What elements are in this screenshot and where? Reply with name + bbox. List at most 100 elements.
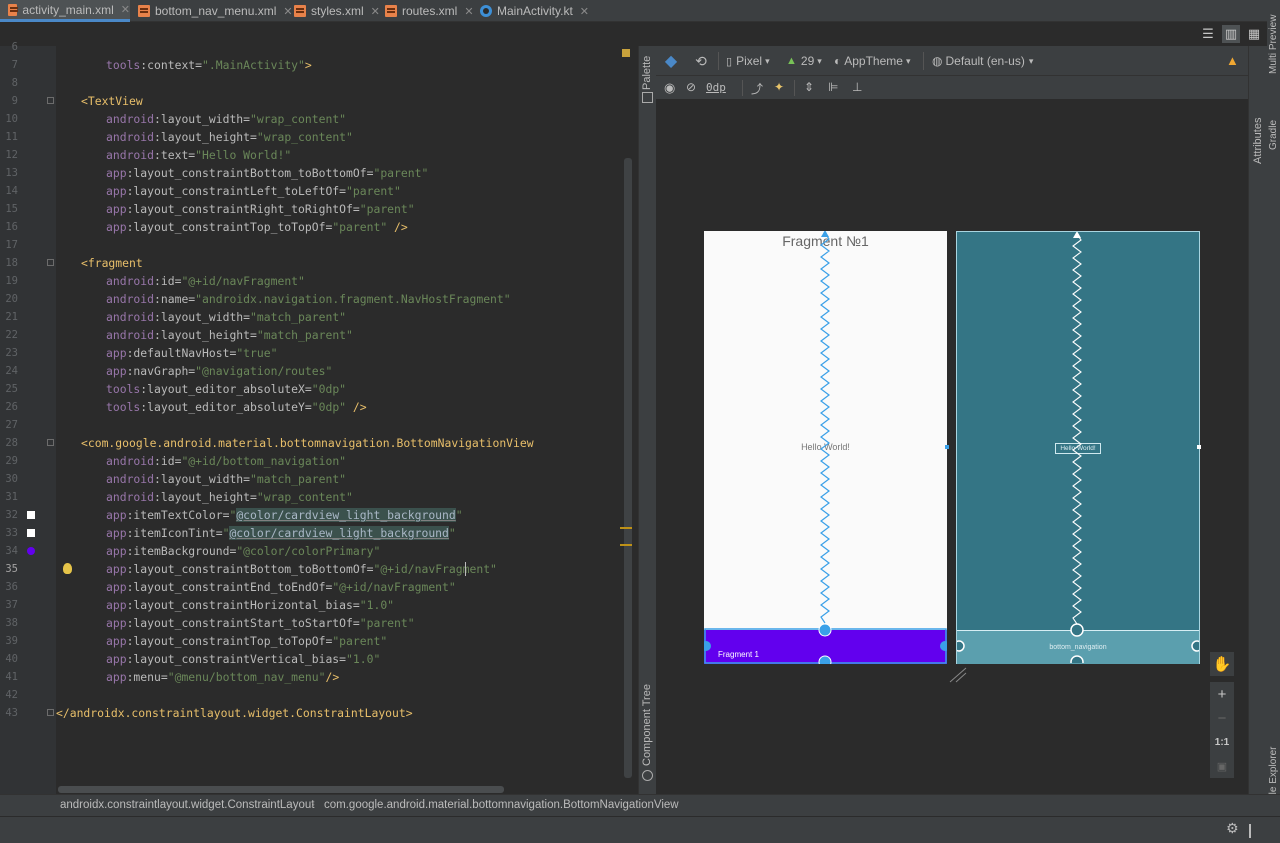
api-level-selector[interactable]: ▲ 29 ▾ <box>786 54 822 68</box>
code-line[interactable]: android:name="androidx.navigation.fragme… <box>106 290 511 308</box>
constraint-arrow <box>821 231 829 237</box>
design-preview[interactable]: Fragment №1 Hello World! Fragment 1 <box>704 231 947 664</box>
gear-icon[interactable]: ⚙ <box>1226 821 1239 837</box>
code-line[interactable]: app:layout_constraintStart_toStartOf="pa… <box>106 614 415 632</box>
code-line[interactable]: app:layout_constraintVertical_bias="1.0" <box>106 650 380 668</box>
pack-icon[interactable]: ⇕ <box>804 80 814 94</box>
code-line[interactable]: <fragment <box>81 254 143 272</box>
breadcrumb-item[interactable]: androidx.constraintlayout.widget.Constra… <box>60 799 314 811</box>
zoom-one-to-one-button[interactable]: 1:1 <box>1210 730 1234 754</box>
fold-marker-icon[interactable] <box>47 709 54 716</box>
code-line[interactable]: android:layout_height="wrap_content" <box>106 128 353 146</box>
code-line[interactable]: android:layout_width="wrap_content" <box>106 110 346 128</box>
zoom-out-button[interactable]: − <box>1210 706 1234 730</box>
pan-hand-icon[interactable]: ✋ <box>1210 652 1234 676</box>
code-line[interactable]: app:layout_constraintRight_toRightOf="pa… <box>106 200 415 218</box>
breadcrumb-item[interactable]: com.google.android.material.bottomnaviga… <box>324 799 679 811</box>
split-view-icon[interactable]: ▥ <box>1222 25 1240 43</box>
close-icon[interactable]: ✕ <box>371 5 380 18</box>
component-tree-tab[interactable]: Component Tree <box>641 684 653 766</box>
code-line[interactable]: app:navGraph="@navigation/routes" <box>106 362 332 380</box>
code-line[interactable]: android:layout_width="match_parent" <box>106 308 346 326</box>
code-line[interactable]: <com.google.android.material.bottomnavig… <box>81 434 534 452</box>
warning-stripe-marker[interactable] <box>622 49 630 57</box>
blueprint-view[interactable]: Hello World! bottom_navigation <box>956 231 1200 664</box>
clear-constraints-icon[interactable]: ⤴ <box>751 80 763 97</box>
fold-marker-icon[interactable] <box>47 439 54 446</box>
code-line[interactable]: app:defaultNavHost="true" <box>106 344 277 362</box>
palette-icon[interactable] <box>642 92 653 103</box>
code-token: :layout_constraintVertical_bias= <box>126 652 347 666</box>
palette-tab[interactable]: Palette <box>641 56 653 90</box>
code-line[interactable]: android:text="Hello World!" <box>106 146 291 164</box>
tab-bottom-nav-menu[interactable]: bottom_nav_menu.xml ✕ <box>138 0 293 22</box>
code-line[interactable]: android:layout_height="wrap_content" <box>106 488 353 506</box>
lightbulb-icon[interactable] <box>63 563 72 574</box>
code-line[interactable]: app:layout_constraintHorizontal_bias="1.… <box>106 596 394 614</box>
color-swatch-icon[interactable] <box>27 547 35 555</box>
close-icon[interactable]: ✕ <box>283 5 292 18</box>
color-swatch-icon[interactable] <box>27 511 35 519</box>
xml-code-editor[interactable]: tools:context=".MainActivity"> <TextView a… <box>56 46 632 794</box>
resize-handle[interactable] <box>1197 445 1201 449</box>
code-line[interactable]: </androidx.constraintlayout.widget.Const… <box>56 704 413 722</box>
locale-selector[interactable]: ◍ Default (en-us) ▾ <box>932 54 1033 68</box>
tab-main-activity[interactable]: MainActivity.kt ✕ <box>480 0 589 22</box>
code-line[interactable]: tools:context=".MainActivity"> <box>106 56 312 74</box>
resize-handle[interactable] <box>945 445 949 449</box>
code-line[interactable]: app:menu="@menu/bottom_nav_menu"/> <box>106 668 339 686</box>
align-icon[interactable]: ⊫ <box>828 80 838 94</box>
code-token: android <box>106 130 155 144</box>
minimize-bar-icon[interactable] <box>1249 824 1251 838</box>
code-line[interactable]: android:layout_width="match_parent" <box>106 470 346 488</box>
code-line[interactable]: app:layout_constraintBottom_toBottomOf="… <box>106 164 428 182</box>
zoom-to-fit-icon[interactable]: ▣ <box>1210 754 1234 778</box>
code-line[interactable]: android:id="@+id/navFragment" <box>106 272 305 290</box>
code-token: "match_parent" <box>250 310 347 324</box>
color-swatch-icon[interactable] <box>27 529 35 537</box>
code-line[interactable]: app:layout_constraintTop_toTopOf="parent… <box>106 218 408 236</box>
code-line[interactable]: tools:layout_editor_absoluteX="0dp" <box>106 380 346 398</box>
editor-horizontal-scrollbar[interactable] <box>58 786 504 793</box>
code-line[interactable]: <TextView <box>81 92 143 110</box>
theme-selector[interactable]: ◐ AppTheme ▾ <box>834 54 910 68</box>
orientation-icon[interactable]: ⟲ <box>692 52 710 70</box>
gradle-tab[interactable]: Gradle <box>1268 120 1279 150</box>
tab-activity-main[interactable]: activity_main.xml ✕ <box>0 0 130 22</box>
line-number: 16 <box>5 221 18 233</box>
code-token: "@+id/bottom_navigation" <box>181 454 347 468</box>
design-view-icon[interactable]: ▦ <box>1245 25 1263 43</box>
code-line[interactable]: android:layout_height="match_parent" <box>106 326 353 344</box>
fold-marker-icon[interactable] <box>47 259 54 266</box>
code-line[interactable]: tools:layout_editor_absoluteY="0dp" /> <box>106 398 367 416</box>
infer-constraints-icon[interactable]: ✦ <box>774 80 784 94</box>
default-margin-button[interactable]: 0dp <box>706 81 726 94</box>
code-line[interactable]: app:layout_constraintTop_toTopOf="parent… <box>106 632 387 650</box>
autoconnect-icon[interactable]: ⊘ <box>686 80 696 94</box>
code-line[interactable]: app:layout_constraintEnd_toEndOf="@+id/n… <box>106 578 456 596</box>
device-selector[interactable]: ▯ Pixel ▾ <box>726 54 770 68</box>
code-view-icon[interactable]: ☰ <box>1199 25 1217 43</box>
component-tree-icon[interactable] <box>642 770 653 781</box>
code-line[interactable]: app:itemTextColor= "@color/cardview_light… <box>106 506 463 524</box>
close-icon[interactable]: ✕ <box>121 3 130 16</box>
code-line[interactable]: app:layout_constraintLeft_toLeftOf="pare… <box>106 182 401 200</box>
code-line[interactable]: app:itemIconTint= "@color/cardview_light_… <box>106 524 456 542</box>
close-icon[interactable]: ✕ <box>464 5 473 18</box>
close-icon[interactable]: ✕ <box>580 5 589 18</box>
zoom-in-button[interactable]: + <box>1210 682 1234 706</box>
eye-icon[interactable]: ◉ <box>664 80 675 96</box>
multi-preview-tab[interactable]: Multi Preview <box>1268 15 1279 74</box>
code-line[interactable]: app:itemBackground="@color/colorPrimary" <box>106 542 380 560</box>
layers-icon[interactable]: ◆ <box>662 52 680 70</box>
guidelines-icon[interactable]: ⊥ <box>852 80 862 94</box>
tab-styles[interactable]: styles.xml ✕ <box>294 0 380 22</box>
warning-icon[interactable]: ▲ <box>1226 53 1239 68</box>
resize-corner-icon[interactable] <box>948 666 968 684</box>
code-line[interactable]: app:layout_constraintBottom_toBottomOf="… <box>106 560 497 578</box>
tab-routes[interactable]: routes.xml ✕ <box>385 0 474 22</box>
code-line[interactable]: android:id="@+id/bottom_navigation" <box>106 452 346 470</box>
editor-vertical-scrollbar[interactable] <box>624 158 632 778</box>
fold-marker-icon[interactable] <box>47 97 54 104</box>
attributes-tab[interactable]: Attributes <box>1252 118 1264 164</box>
